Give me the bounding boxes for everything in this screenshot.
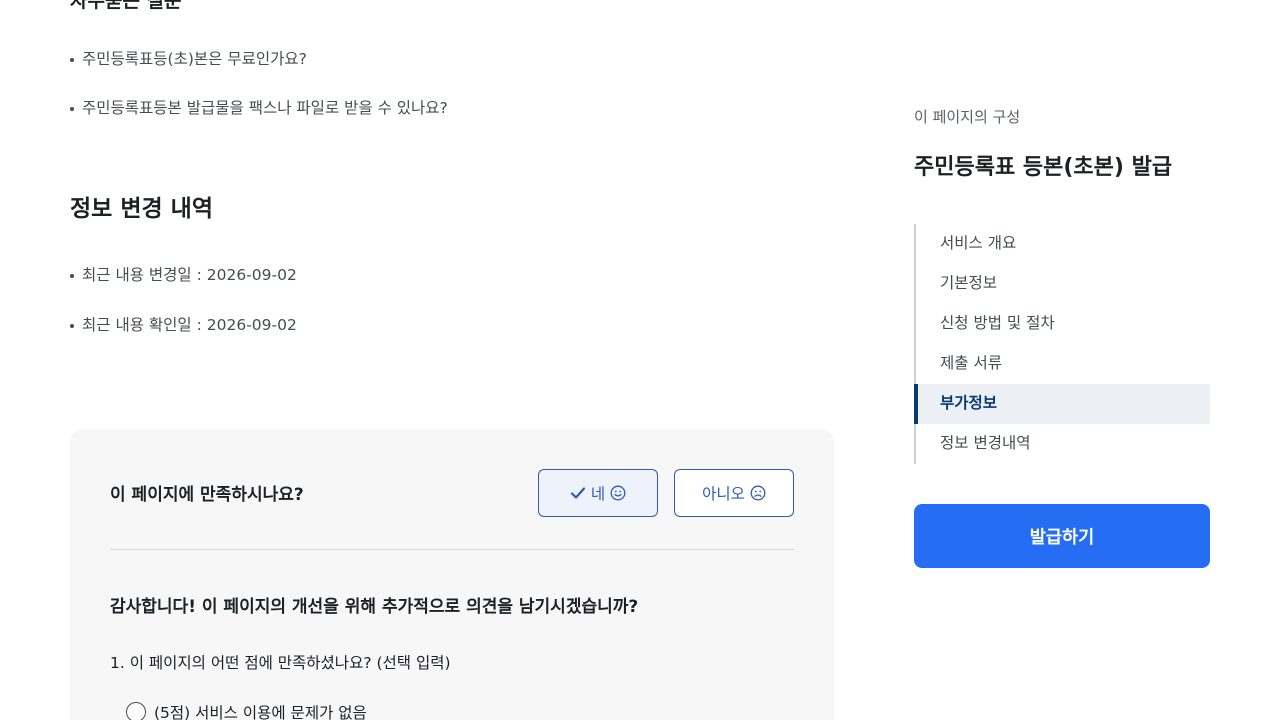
faq-list: 주민등록표등(초)본은 무료인가요? 주민등록표등본 발급물을 팩스나 파일로 … bbox=[70, 48, 448, 146]
no-label: 아니오 bbox=[702, 485, 745, 503]
check-icon bbox=[570, 487, 585, 499]
feedback-divider bbox=[110, 549, 794, 550]
last-checked-date: 최근 내용 확인일 : 2026-09-02 bbox=[70, 314, 297, 336]
faq-heading: 자주묻는 질문 bbox=[70, 0, 182, 12]
additional-feedback-prompt: 감사합니다! 이 페이지의 개선을 위해 추가적으로 의견을 남기시겠습니까? bbox=[110, 597, 639, 617]
toc-item-application-procedure[interactable]: 신청 방법 및 절차 bbox=[914, 304, 1210, 344]
faq-link-2[interactable]: 주민등록표등본 발급물을 팩스나 파일로 받을 수 있나요? bbox=[82, 99, 448, 117]
page: 자주묻는 질문 주민등록표등(초)본은 무료인가요? 주민등록표등본 발급물을 … bbox=[0, 0, 1280, 720]
option-label: (5점) 서비스 이용에 문제가 없음 bbox=[154, 704, 367, 720]
smile-icon bbox=[610, 485, 626, 501]
frown-icon bbox=[750, 485, 766, 501]
no-button[interactable]: 아니오 bbox=[674, 469, 794, 517]
faq-item: 주민등록표등본 발급물을 팩스나 파일로 받을 수 있나요? bbox=[70, 97, 448, 119]
faq-link-1[interactable]: 주민등록표등(초)본은 무료인가요? bbox=[82, 50, 307, 68]
toc-label: 이 페이지의 구성 bbox=[914, 108, 1021, 126]
satisfaction-question: 이 페이지에 만족하시나요? bbox=[110, 485, 304, 505]
toc-item-service-overview[interactable]: 서비스 개요 bbox=[914, 224, 1210, 264]
page-toc-nav: 서비스 개요 기본정보 신청 방법 및 절차 제출 서류 부가정보 정보 변경내… bbox=[914, 224, 1210, 464]
yes-button[interactable]: 네 bbox=[538, 469, 658, 517]
faq-item: 주민등록표등(초)본은 무료인가요? bbox=[70, 48, 448, 70]
yes-label: 네 bbox=[590, 485, 606, 503]
last-modified-date: 최근 내용 변경일 : 2026-09-02 bbox=[70, 264, 297, 286]
feedback-panel: 이 페이지에 만족하시나요? 네 아니오 감사합니다! 이 페이지의 개선을 위… bbox=[70, 429, 834, 720]
update-history-list: 최근 내용 변경일 : 2026-09-02 최근 내용 확인일 : 2026-… bbox=[70, 264, 297, 364]
update-history-title: 정보 변경 내역 bbox=[70, 196, 213, 222]
toc-title: 주민등록표 등본(초본) 발급 bbox=[914, 155, 1173, 180]
issue-button[interactable]: 발급하기 bbox=[914, 504, 1210, 568]
toc-item-basic-info[interactable]: 기본정보 bbox=[914, 264, 1210, 304]
toc-item-additional-info[interactable]: 부가정보 bbox=[914, 384, 1210, 424]
satisfaction-reason-question: 1. 이 페이지의 어떤 점에 만족하셨나요? (선택 입력) bbox=[110, 654, 451, 672]
toc-item-required-documents[interactable]: 제출 서류 bbox=[914, 344, 1210, 384]
toc-item-change-history[interactable]: 정보 변경내역 bbox=[914, 424, 1210, 464]
option-no-problem[interactable]: (5점) 서비스 이용에 문제가 없음 bbox=[126, 701, 367, 720]
radio-button[interactable] bbox=[126, 702, 146, 720]
